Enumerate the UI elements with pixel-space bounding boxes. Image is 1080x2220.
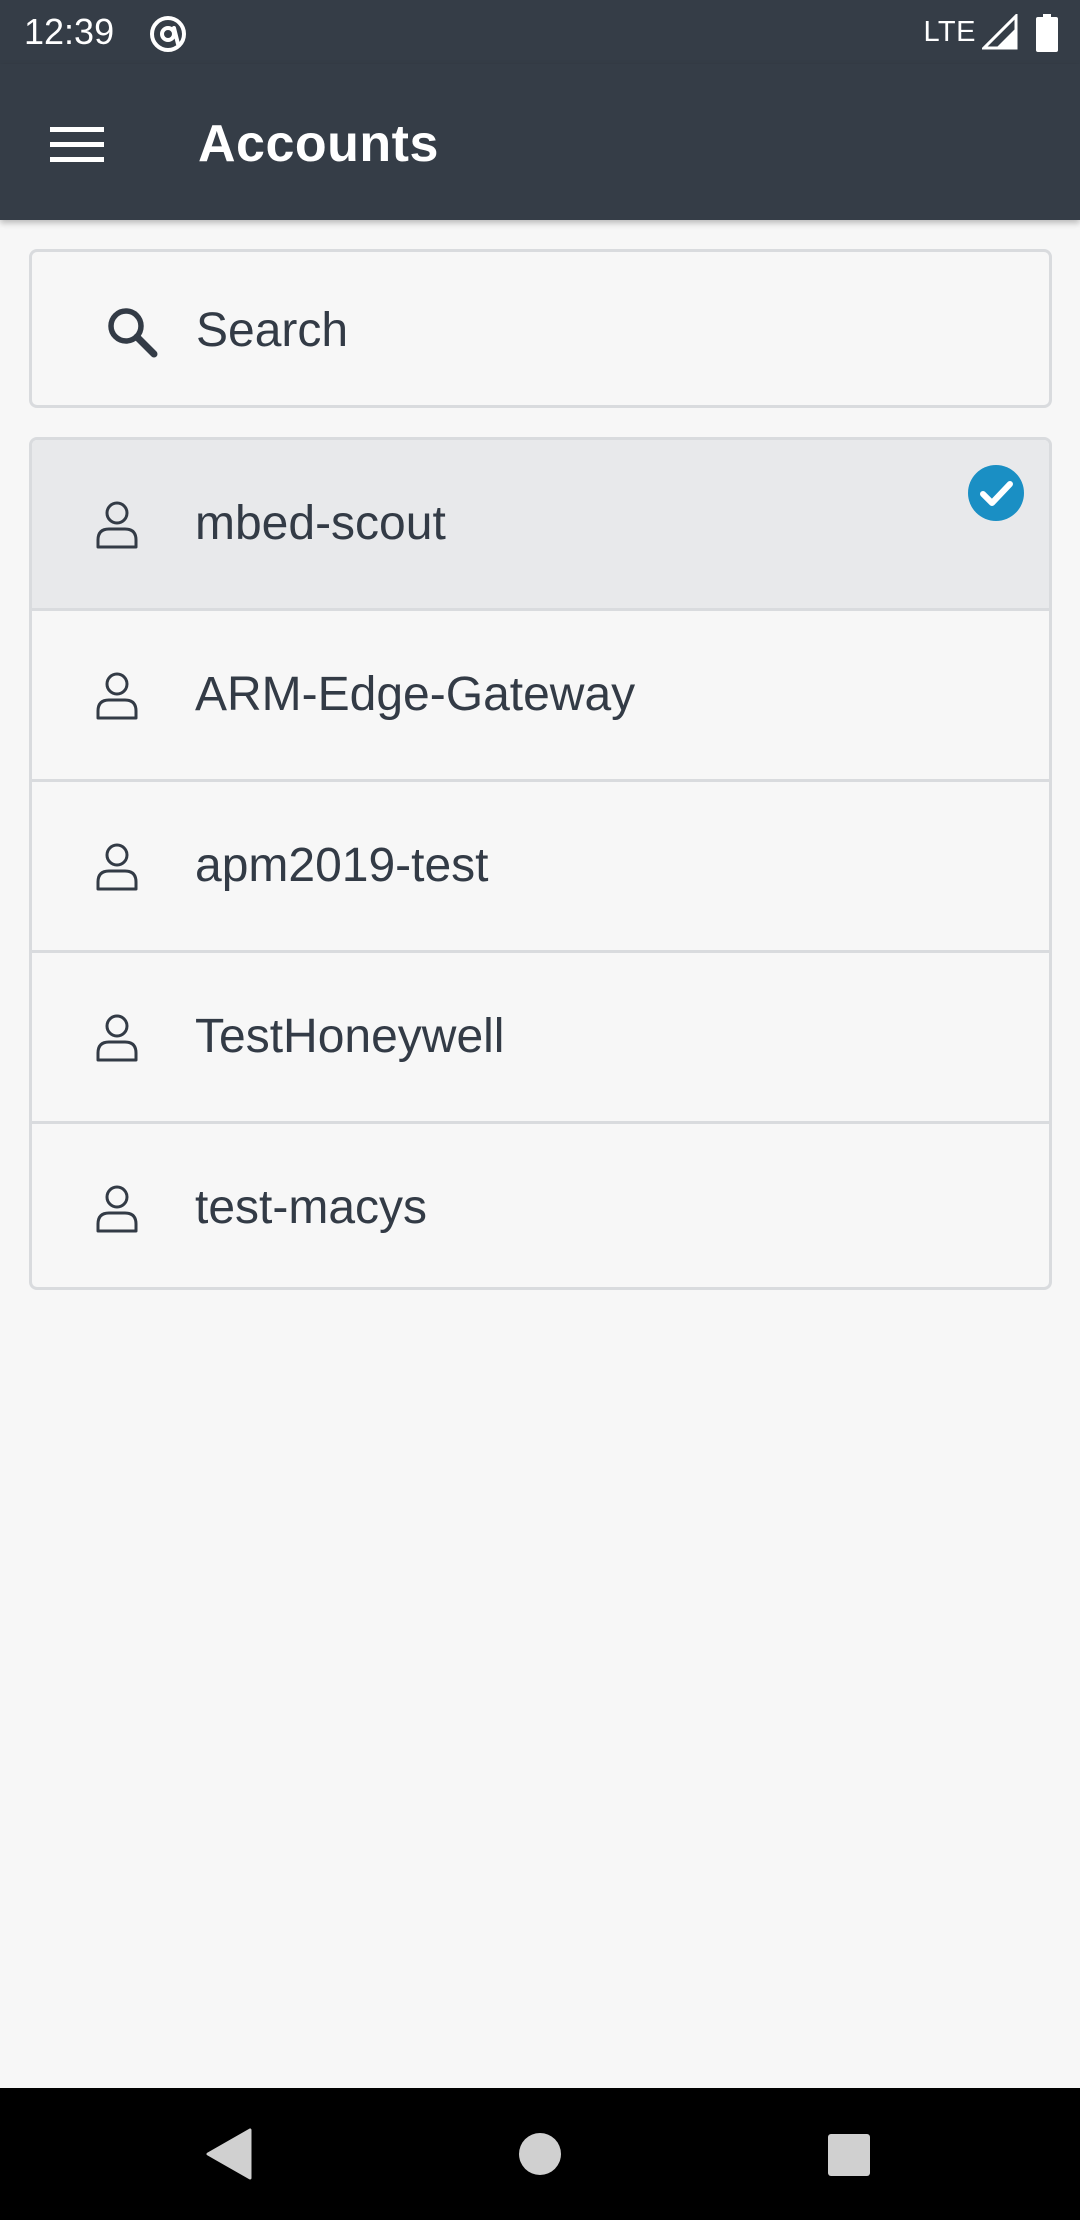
account-list: mbed-scout ARM-Edge-Gateway apm2019-test… [29, 437, 1052, 1290]
account-name: TestHoneywell [195, 1010, 505, 1063]
user-icon [96, 1014, 138, 1062]
at-sign-icon [150, 16, 186, 52]
account-row-mbed-scout[interactable]: mbed-scout [32, 440, 1049, 611]
account-name: test-macys [195, 1181, 428, 1234]
status-bar: 12:39 LTE [0, 0, 1080, 64]
checkmark-circle-icon [968, 465, 1024, 521]
recents-square-icon[interactable] [828, 2134, 870, 2176]
network-type: LTE [923, 16, 976, 48]
back-triangle-icon[interactable] [204, 2128, 252, 2180]
home-circle-icon[interactable] [518, 2132, 562, 2176]
app-bar: Accounts [0, 64, 1080, 220]
user-icon [96, 1185, 138, 1233]
search-input[interactable] [196, 292, 996, 368]
account-row-arm-edge-gateway[interactable]: ARM-Edge-Gateway [32, 611, 1049, 782]
account-row-apm2019-test[interactable]: apm2019-test [32, 782, 1049, 953]
battery-icon [1036, 14, 1058, 52]
account-row-testhoneywell[interactable]: TestHoneywell [32, 953, 1049, 1124]
cell-signal-icon [982, 14, 1018, 50]
menu-button[interactable] [38, 114, 116, 176]
account-name: mbed-scout [195, 497, 446, 550]
search-icon [108, 308, 158, 358]
hamburger-menu-icon [50, 127, 104, 162]
status-time: 12:39 [24, 11, 115, 52]
account-row-test-macys[interactable]: test-macys [32, 1124, 1049, 1287]
search-box[interactable] [29, 249, 1052, 408]
user-icon [96, 843, 138, 891]
account-name: apm2019-test [195, 839, 489, 892]
user-icon [96, 501, 138, 549]
system-nav-bar [0, 2088, 1080, 2220]
user-icon [96, 672, 138, 720]
page-title: Accounts [198, 115, 439, 173]
account-name: ARM-Edge-Gateway [195, 668, 636, 721]
